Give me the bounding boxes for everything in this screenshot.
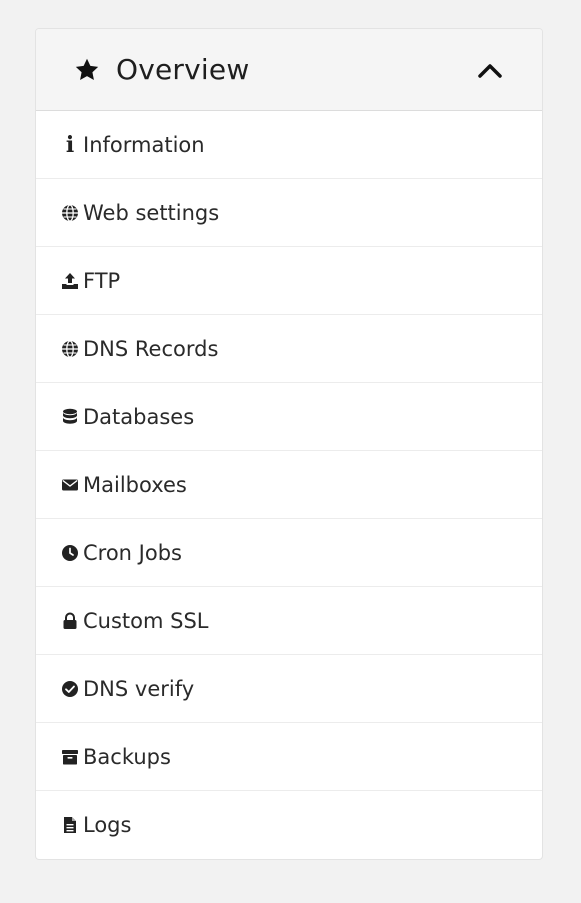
menu-item-label: DNS verify [83,676,195,701]
menu-item-label: Web settings [83,200,220,225]
globe-icon [61,203,79,222]
menu-item-databases[interactable]: Databases [36,383,542,451]
menu-item-label: FTP [83,268,121,293]
database-icon [61,408,79,426]
info-icon: i [65,131,75,158]
archive-icon [61,748,79,766]
menu-item-logs[interactable]: Logs [36,791,542,859]
menu-item-label: Logs [83,813,132,837]
menu-item-custom-ssl[interactable]: Custom SSL [36,587,542,655]
upload-icon [61,272,79,290]
overview-panel: Overview i Information Web settings FTP … [35,28,543,860]
menu-item-cron-jobs[interactable]: Cron Jobs [36,519,542,587]
overview-menu: i Information Web settings FTP DNS Recor… [36,111,542,859]
menu-item-information[interactable]: i Information [36,111,542,179]
menu-item-web-settings[interactable]: Web settings [36,179,542,247]
menu-item-mailboxes[interactable]: Mailboxes [36,451,542,519]
envelope-icon [61,476,79,494]
menu-item-label: Databases [83,404,195,429]
globe-icon [61,339,79,358]
menu-item-dns-verify[interactable]: DNS verify [36,655,542,723]
menu-item-label: Backups [83,744,171,769]
menu-item-backups[interactable]: Backups [36,723,542,791]
chevron-up-icon[interactable] [476,60,504,80]
menu-item-label: Information [83,132,205,157]
clock-icon [61,544,79,562]
menu-item-label: DNS Records [83,336,219,361]
menu-item-label: Cron Jobs [83,540,182,565]
star-icon [74,57,100,83]
menu-item-label: Custom SSL [83,608,209,633]
menu-item-label: Mailboxes [83,472,187,497]
panel-title: Overview [116,53,250,86]
menu-item-ftp[interactable]: FTP [36,247,542,315]
check-circle-icon [61,680,79,698]
lock-icon [61,612,79,630]
menu-item-dns-records[interactable]: DNS Records [36,315,542,383]
overview-panel-header[interactable]: Overview [36,29,542,111]
file-icon [61,816,79,834]
